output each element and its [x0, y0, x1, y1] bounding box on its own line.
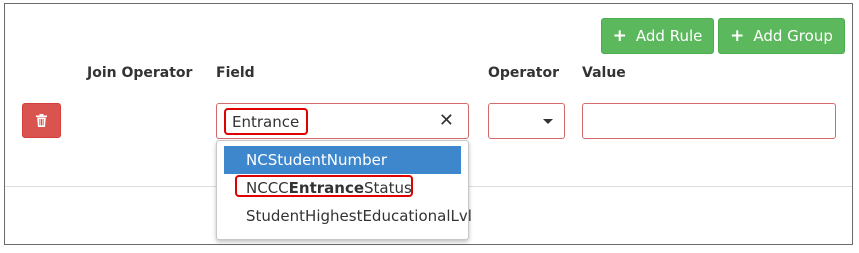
field-select[interactable]: Entrance ✕	[216, 103, 469, 139]
delete-rule-button[interactable]	[22, 103, 61, 138]
plus-icon: +	[730, 25, 745, 46]
add-group-button[interactable]: + Add Group	[718, 18, 845, 54]
field-search-input[interactable]: Entrance	[224, 108, 308, 135]
operator-header: Operator	[488, 65, 559, 81]
field-header: Field	[216, 65, 255, 81]
caret-down-icon	[543, 119, 553, 124]
field-dropdown-list: NCStudentNumber NCCC Entrance Status Stude…	[216, 140, 472, 240]
option-label: StudentHighestEducationalLvl	[246, 207, 472, 225]
add-rule-label: Add Rule	[635, 27, 703, 45]
option-label-suffix: Status	[364, 179, 412, 197]
value-input[interactable]	[582, 103, 836, 139]
add-rule-button[interactable]: + Add Rule	[601, 18, 714, 54]
dropdown-option-studenthighesteducationallvl[interactable]: StudentHighestEducationalLvl	[224, 202, 472, 230]
option-label-match: Entrance	[288, 179, 365, 197]
option-label: NCStudentNumber	[246, 151, 387, 169]
add-group-label: Add Group	[753, 27, 833, 45]
dropdown-option-ncccentrancestatus[interactable]: NCCC Entrance Status	[224, 174, 461, 202]
join-operator-header: Join Operator	[87, 65, 193, 81]
value-header: Value	[582, 65, 626, 81]
operator-select[interactable]	[488, 103, 565, 139]
option-label-prefix: NCCC	[246, 179, 289, 197]
close-icon[interactable]: ✕	[439, 111, 454, 131]
plus-icon: +	[612, 25, 627, 46]
trash-icon	[36, 114, 47, 127]
dropdown-option-ncstudentnumber[interactable]: NCStudentNumber	[224, 146, 461, 174]
query-builder-panel: + Add Rule + Add Group Join Operator Fie…	[4, 3, 853, 245]
